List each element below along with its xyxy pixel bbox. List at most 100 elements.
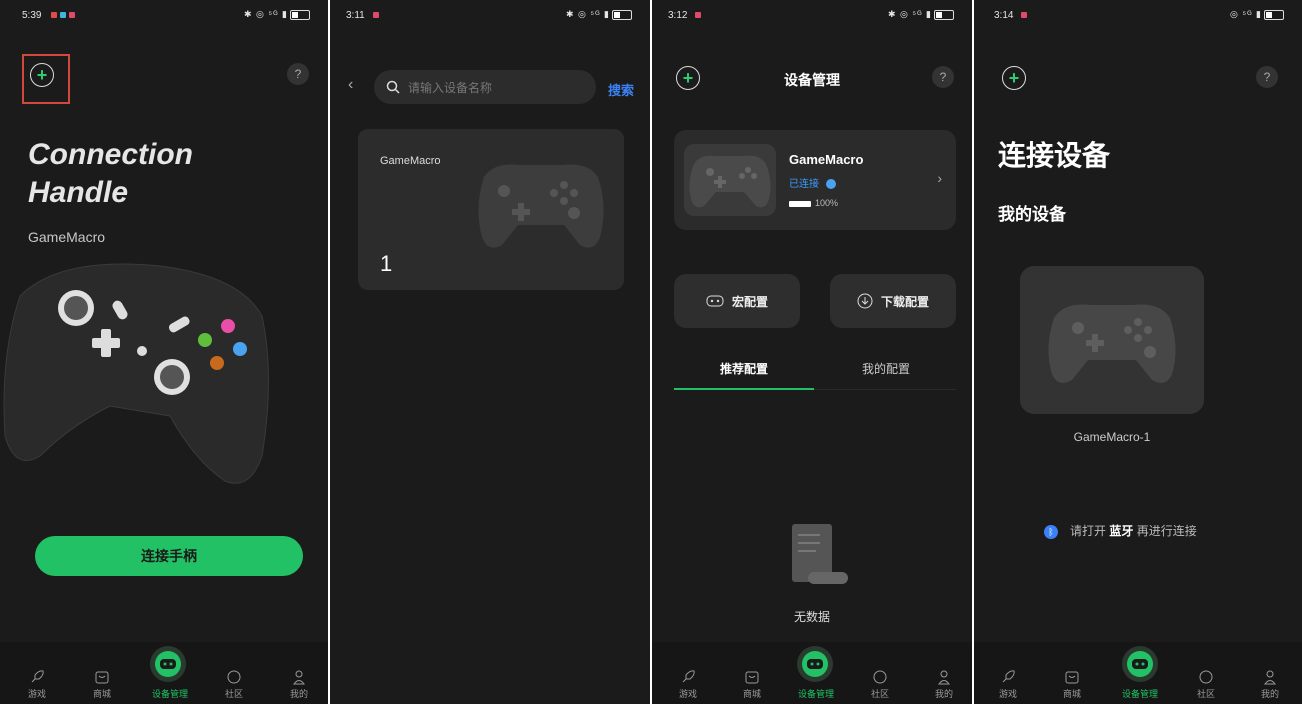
battery-icon	[1264, 9, 1284, 20]
tab-recommended-config[interactable]: 推荐配置	[674, 360, 814, 377]
page-title: 设备管理	[784, 72, 840, 88]
tab-profile[interactable]: 我的	[279, 669, 319, 700]
tab-community[interactable]: 社区	[860, 669, 900, 700]
gamepad-icon	[689, 155, 771, 208]
device-card[interactable]: GameMacro 1	[358, 129, 624, 290]
connected-device-card[interactable]: GameMacro 已连接 100% ›	[674, 130, 956, 230]
status-right: ✱ ◎ ⁵ᴳ ▮	[888, 9, 954, 20]
gamepad-icon	[1127, 651, 1153, 677]
bluetooth-hint: ᛒ 请打开 蓝牙 再进行连接	[1044, 522, 1197, 539]
device-card-count: 1	[380, 251, 393, 276]
user-icon	[938, 670, 950, 685]
device-card-name: GameMacro	[380, 155, 441, 167]
plus-icon: +	[1008, 68, 1020, 88]
help-icon: ?	[939, 70, 947, 84]
community-icon	[227, 670, 241, 684]
store-icon	[745, 671, 759, 684]
screen-connect-device: 3:14 ◎ ⁵ᴳ ▮ + ? 连接设备 我的设备 GameMacro-1 ᛒ请…	[974, 0, 1302, 704]
tab-label: 社区	[224, 689, 243, 699]
section-title: 我的设备	[998, 205, 1066, 224]
connect-handle-button[interactable]: 连接手柄	[35, 536, 303, 576]
help-icon: ?	[1263, 70, 1271, 84]
rocket-icon	[682, 670, 695, 683]
tab-store[interactable]: 商城	[732, 669, 772, 700]
battery-bar-icon	[789, 200, 811, 207]
active-tab-indicator	[674, 388, 814, 390]
button-label: 宏配置	[731, 294, 768, 309]
tab-store[interactable]: 商城	[82, 669, 122, 700]
tab-label: 游戏	[998, 689, 1017, 699]
add-device-button[interactable]: +	[30, 63, 54, 87]
battery-icon	[612, 9, 632, 20]
community-icon	[873, 670, 887, 684]
tab-store[interactable]: 商城	[1052, 669, 1092, 700]
tab-community[interactable]: 社区	[214, 669, 254, 700]
download-config-button[interactable]: 下载配置	[830, 274, 956, 328]
tab-games[interactable]: 游戏	[988, 669, 1028, 700]
tab-device-center-icon[interactable]	[150, 646, 186, 682]
store-icon	[95, 671, 109, 684]
status-time: 5:39	[22, 10, 42, 21]
back-chevron-icon[interactable]: ‹	[348, 76, 353, 94]
gamepad-outline-icon	[706, 295, 724, 307]
status-notification-icons	[1018, 10, 1027, 21]
tab-label: 设备管理	[1121, 689, 1158, 699]
tab-label: 游戏	[678, 689, 697, 699]
status-right: ✱ ◎ ⁵ᴳ ▮	[566, 9, 632, 20]
status-bar: 3:14 ◎ ⁵ᴳ ▮	[974, 0, 1302, 28]
tab-games[interactable]: 游戏	[17, 669, 57, 700]
tab-device-center-icon[interactable]	[797, 646, 833, 682]
tab-label: 我的	[934, 689, 953, 699]
tab-games[interactable]: 游戏	[668, 669, 708, 700]
tab-label: 我的	[1260, 689, 1279, 699]
tab-device-management[interactable]: 设备管理	[790, 687, 842, 700]
gamepad-icon	[478, 164, 604, 248]
status-right: ✱ ◎ ⁵ᴳ ▮	[244, 9, 310, 20]
add-device-button[interactable]: +	[1002, 66, 1026, 90]
help-button[interactable]: ?	[932, 66, 954, 88]
screen-device-management: 3:12 ✱ ◎ ⁵ᴳ ▮ + 设备管理 ? GameMacro 已连接 100…	[652, 0, 972, 704]
search-icon	[386, 80, 400, 94]
status-bar: 5:39 ✱ ◎ ⁵ᴳ ▮	[0, 0, 328, 28]
user-icon	[1264, 670, 1276, 685]
device-tile[interactable]	[1020, 266, 1204, 414]
help-button[interactable]: ?	[287, 63, 309, 85]
battery-icon	[290, 9, 310, 20]
status-notification-icons	[370, 10, 379, 21]
tab-device-management[interactable]: 设备管理	[1114, 687, 1166, 700]
help-button[interactable]: ?	[1256, 66, 1278, 88]
tab-label: 商城	[1062, 689, 1081, 699]
store-icon	[1065, 671, 1079, 684]
device-thumbnail	[684, 144, 776, 216]
community-icon	[1199, 670, 1213, 684]
status-notification-icons	[692, 10, 701, 21]
device-name: GameMacro	[789, 152, 864, 167]
gamepad-icon	[802, 651, 828, 677]
tab-device-management[interactable]: 设备管理	[145, 687, 195, 700]
tab-community[interactable]: 社区	[1186, 669, 1226, 700]
screen-connection-handle: 5:39 ✱ ◎ ⁵ᴳ ▮ + ? Connection Handle Game…	[0, 0, 328, 704]
rocket-icon	[31, 670, 44, 683]
hero-line-2: Handle	[28, 176, 129, 209]
battery-level: 100%	[789, 198, 838, 208]
tab-profile[interactable]: 我的	[1250, 669, 1290, 700]
device-tile-label: GameMacro-1	[1073, 430, 1151, 444]
tab-label: 游戏	[27, 689, 46, 699]
tab-profile[interactable]: 我的	[924, 669, 964, 700]
gamepad-illustration	[3, 263, 269, 484]
empty-state-text: 无数据	[793, 610, 830, 624]
tab-my-config[interactable]: 我的配置	[816, 360, 956, 377]
bluetooth-icon: ᛒ	[1044, 524, 1058, 539]
search-button[interactable]: 搜索	[608, 80, 634, 99]
status-notification-icons	[48, 10, 75, 21]
search-bar	[374, 70, 596, 106]
gamepad-icon	[1048, 304, 1176, 383]
user-icon	[293, 670, 305, 685]
search-input[interactable]	[406, 70, 590, 106]
tab-device-center-icon[interactable]	[1122, 646, 1158, 682]
status-time: 3:12	[668, 10, 688, 21]
status-time: 3:11	[346, 10, 365, 21]
rocket-icon	[1002, 670, 1015, 683]
macro-config-button[interactable]: 宏配置	[674, 274, 800, 328]
connected-dot-icon	[825, 179, 836, 190]
